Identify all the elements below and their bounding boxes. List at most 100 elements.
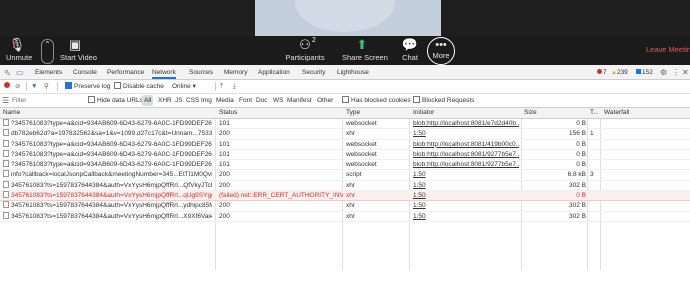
clear-button[interactable]: ⊘ [15, 80, 20, 93]
tab-network[interactable]: Network [152, 65, 176, 79]
filter-type-doc[interactable]: Doc [254, 95, 270, 106]
clear-icon: ⊘ [15, 83, 21, 90]
request-initiator[interactable]: 1:50 [413, 191, 519, 200]
info-count-badge[interactable]: 152 [636, 65, 653, 80]
request-size: 302 B [569, 202, 586, 210]
table-header: Name Status Type Initiator Size T... Wat… [0, 108, 690, 119]
gear-icon[interactable]: ⚙ [660, 66, 667, 79]
tab-elements[interactable]: Elements [35, 65, 62, 79]
filter-type-js[interactable]: JS [173, 95, 185, 106]
request-status: 101 [219, 161, 230, 169]
request-size: 156 B [569, 130, 586, 138]
request-size: 6.8 kB [567, 171, 586, 179]
disable-cache-checkbox[interactable]: Disable cache [114, 80, 164, 93]
document-icon [3, 211, 9, 219]
column-header-waterfall[interactable]: Waterfall [604, 108, 690, 118]
throttling-select[interactable]: Online ▾ [172, 80, 196, 93]
filter-toggle-button[interactable]: ▼ [31, 80, 37, 93]
request-type: xhr [346, 192, 356, 200]
leave-meeting-button[interactable]: Leave Meeting [646, 45, 690, 54]
share-screen-button[interactable]: ⬆ Share Screen [342, 36, 388, 65]
document-icon [3, 149, 9, 157]
request-size: 0 B [576, 161, 586, 169]
tab-lighthouse[interactable]: Lighthouse [337, 65, 369, 79]
table-row[interactable]: 345761083?ts=1597837644384&auth=VxYysH6m… [0, 180, 690, 192]
request-initiator[interactable]: 1:50 [413, 129, 519, 138]
table-row[interactable]: db782eb62d?a=197832562&sa=1&v=1099.d27c1… [0, 129, 690, 140]
tab-security[interactable]: Security [302, 65, 325, 79]
export-har-button[interactable]: ⤓ [233, 80, 236, 93]
tab-application[interactable]: Application [258, 65, 290, 79]
request-initiator[interactable]: blob:http://localhost:8081/419b00c0... [413, 140, 519, 149]
request-size: 0 B [576, 120, 586, 127]
table-row[interactable]: 345761083?ts=1597837644384&auth=VxYysH6m… [0, 201, 690, 212]
filter-type-all[interactable]: All [142, 95, 154, 106]
document-icon [3, 160, 9, 168]
table-row[interactable]: 345761083?ts=1597837644384&auth=VxYysH6m… [0, 191, 690, 202]
table-row[interactable]: ?345761083?type=a&cid=934AB609-6D43-6279… [0, 139, 690, 150]
column-header-initiator[interactable]: Initiator [413, 108, 519, 118]
device-toolbar-icon[interactable]: ▭ [16, 66, 24, 79]
participants-button[interactable]: ⚇ 2 Participants [285, 36, 325, 65]
tab-console[interactable]: Console [73, 65, 97, 79]
start-video-button[interactable]: ▣ Start Video [60, 36, 97, 65]
request-initiator[interactable]: blob:http://localhost:8081/9277b5e7... [413, 160, 519, 169]
request-time: 1 [590, 130, 594, 138]
table-row[interactable]: ?345761083?type=a&cid=934AB609-6D43-6279… [0, 119, 690, 130]
import-har-button[interactable]: ⤒ [220, 80, 223, 93]
column-header-type[interactable]: Type [346, 108, 410, 118]
request-rows: ?345761083?type=a&cid=934AB609-6D43-6279… [0, 119, 690, 222]
column-header-name[interactable]: Name [3, 108, 212, 118]
filter-type-ws[interactable]: WS [271, 95, 285, 106]
table-row[interactable]: ?345761083?type=a&cid=934AB609-6D43-6279… [0, 160, 690, 171]
filter-type-xhr[interactable]: XHR [156, 95, 174, 106]
request-initiator[interactable]: blob:http://localhost:8081/9277b5e7... [413, 150, 519, 159]
video-area [0, 0, 690, 36]
search-button[interactable]: ⚲ [44, 80, 49, 93]
filter-type-font[interactable]: Font [237, 95, 254, 106]
column-header-time[interactable]: T... [590, 108, 598, 118]
inspect-element-icon[interactable]: ⬁ [4, 66, 11, 79]
tab-performance[interactable]: Performance [107, 65, 144, 79]
tab-memory[interactable]: Memory [224, 65, 247, 79]
document-icon [3, 180, 9, 188]
more-button[interactable]: ••• More [427, 37, 455, 65]
preserve-log-checkbox[interactable]: Preserve log [65, 80, 111, 93]
unmute-button[interactable]: 🎙 / Unmute [6, 36, 32, 65]
document-icon [3, 139, 9, 147]
record-button[interactable] [4, 80, 10, 93]
error-count-badge[interactable]: 7 [597, 65, 607, 80]
request-initiator[interactable]: 1:50 [413, 181, 519, 190]
download-icon: ⤓ [233, 83, 236, 90]
filter-type-other[interactable]: Other [315, 95, 335, 106]
table-row[interactable]: ?345761083?type=a&cid=934AB609-6D43-6279… [0, 149, 690, 161]
request-initiator[interactable]: 1:50 [413, 212, 519, 221]
tab-sources[interactable]: Sources [189, 65, 213, 79]
info-icon [636, 69, 641, 74]
close-icon[interactable]: ✕ [682, 66, 689, 79]
table-row[interactable]: info?callback=localJsonpCallback&meeting… [0, 170, 690, 181]
filter-icon: ☰ [2, 96, 10, 105]
filter-type-manifest[interactable]: Manifest [285, 95, 314, 106]
chat-button[interactable]: 💬 Chat [400, 36, 420, 65]
filter-type-img[interactable]: Img [199, 95, 214, 106]
hide-data-urls-checkbox[interactable]: Hide data URLs [88, 94, 143, 107]
network-toolbar: ⊘ ▼ ⚲ Preserve log Disable cache Online … [0, 80, 690, 94]
column-header-status[interactable]: Status [219, 108, 343, 118]
request-size: 0 B [576, 192, 586, 200]
blocked-requests-checkbox[interactable]: Blocked Requests [413, 94, 474, 107]
table-row[interactable]: 345761083?ts=1597837644384&auth=VxYysH6m… [0, 211, 690, 222]
filter-bar: ☰ Hide data URLs All XHR JS CSS Img Medi… [0, 94, 690, 108]
filter-type-media[interactable]: Media [214, 95, 236, 106]
request-initiator[interactable]: blob:http://localhost:8081/e7d2d40b... [413, 119, 519, 128]
request-initiator[interactable]: 1:50 [413, 170, 519, 179]
audio-options-button[interactable]: ⌃ [41, 39, 54, 64]
warning-count-badge[interactable]: ▲239 [611, 65, 628, 81]
request-name: db782eb62d?a=197832562&sa=1&v=1099.d27c1… [3, 129, 212, 138]
more-dots-icon: ••• [435, 39, 447, 51]
request-initiator[interactable]: 1:50 [413, 201, 519, 210]
more-options-icon[interactable]: ⋮ [672, 66, 680, 79]
document-icon [3, 119, 9, 126]
has-blocked-cookies-checkbox[interactable]: Has blocked cookies [342, 94, 411, 107]
column-header-size[interactable]: Size [524, 108, 586, 118]
